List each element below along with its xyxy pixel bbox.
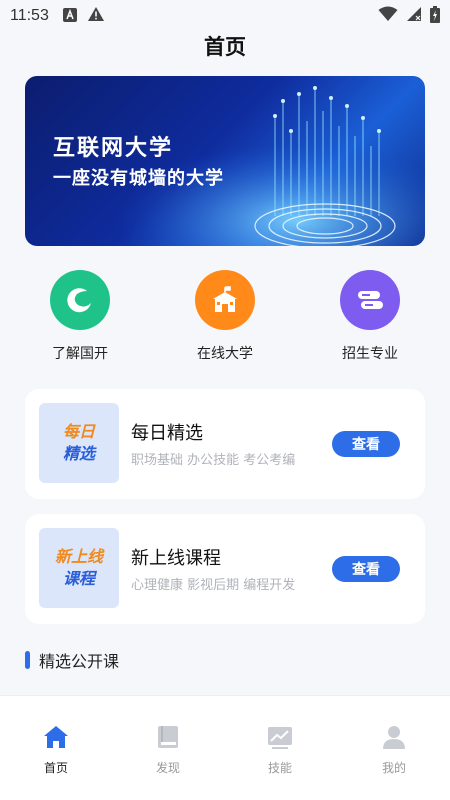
tab-label: 发现 [155, 761, 180, 775]
card-thumbnail: 每日 精选 [39, 403, 119, 483]
quick-nav-majors[interactable]: 招生专业 [310, 270, 430, 363]
card-subtitle: 心理健康 影视后期 编程开发 [131, 578, 296, 593]
tab-label: 技能 [267, 761, 292, 775]
section-title: 精选公开课 [39, 652, 120, 671]
thumb-line2: 课程 [62, 569, 95, 588]
status-time: 11:53 [10, 7, 49, 24]
banner-subtitle: 一座没有城墙的大学 [53, 168, 224, 189]
chart-icon [267, 724, 293, 754]
quick-nav-online-university[interactable]: 在线大学 [165, 270, 285, 363]
tab-label: 首页 [43, 761, 68, 775]
tab-home[interactable]: 首页 [16, 724, 96, 776]
battery-icon [430, 5, 440, 27]
thumb-line1: 每日 [62, 422, 95, 441]
thumb-line2: 精选 [62, 444, 95, 463]
book-stack-icon [340, 270, 400, 330]
card-daily-picks[interactable]: 每日 精选 每日精选 职场基础 办公技能 考公考编 查看 [25, 389, 425, 499]
quick-nav: 了解国开 在线大学 招生专业 [0, 270, 450, 370]
view-button[interactable]: 查看 [332, 431, 400, 457]
school-building-icon [195, 270, 255, 330]
banner-title: 互联网大学 [53, 136, 174, 161]
section-accent-bar [25, 651, 30, 669]
thumb-line1: 新上线 [54, 547, 103, 566]
view-button[interactable]: 查看 [332, 556, 400, 582]
bottom-tab-bar: 首页 发现 技能 我的 [0, 695, 450, 800]
page-title: 首页 [204, 35, 246, 59]
quick-nav-label: 了解国开 [52, 346, 108, 362]
tab-skills[interactable]: 技能 [240, 724, 320, 776]
banner-carousel[interactable]: 互联网大学 一座没有城墙的大学 [25, 76, 425, 246]
quick-nav-label: 招生专业 [342, 346, 398, 362]
leaf-logo-icon [50, 270, 110, 330]
card-thumbnail: 新上线 课程 [39, 528, 119, 608]
signal-icon [406, 6, 422, 26]
warning-icon [87, 6, 105, 26]
book-icon [155, 724, 181, 754]
tab-profile[interactable]: 我的 [354, 724, 434, 776]
status-bar: 11:53 [0, 0, 450, 32]
card-subtitle: 职场基础 办公技能 考公考编 [131, 453, 296, 468]
card-new-courses[interactable]: 新上线 课程 新上线课程 心理健康 影视后期 编程开发 查看 [25, 514, 425, 624]
card-title: 新上线课程 [131, 548, 221, 569]
user-icon [381, 724, 407, 754]
tab-label: 我的 [381, 761, 406, 775]
section-header: 精选公开课 [25, 648, 119, 672]
wifi-icon [378, 6, 398, 26]
home-icon [43, 724, 69, 754]
tab-discover[interactable]: 发现 [128, 724, 208, 776]
notification-a-icon [62, 7, 77, 26]
card-title: 每日精选 [131, 423, 203, 444]
quick-nav-label: 在线大学 [197, 346, 253, 362]
quick-nav-about[interactable]: 了解国开 [20, 270, 140, 363]
